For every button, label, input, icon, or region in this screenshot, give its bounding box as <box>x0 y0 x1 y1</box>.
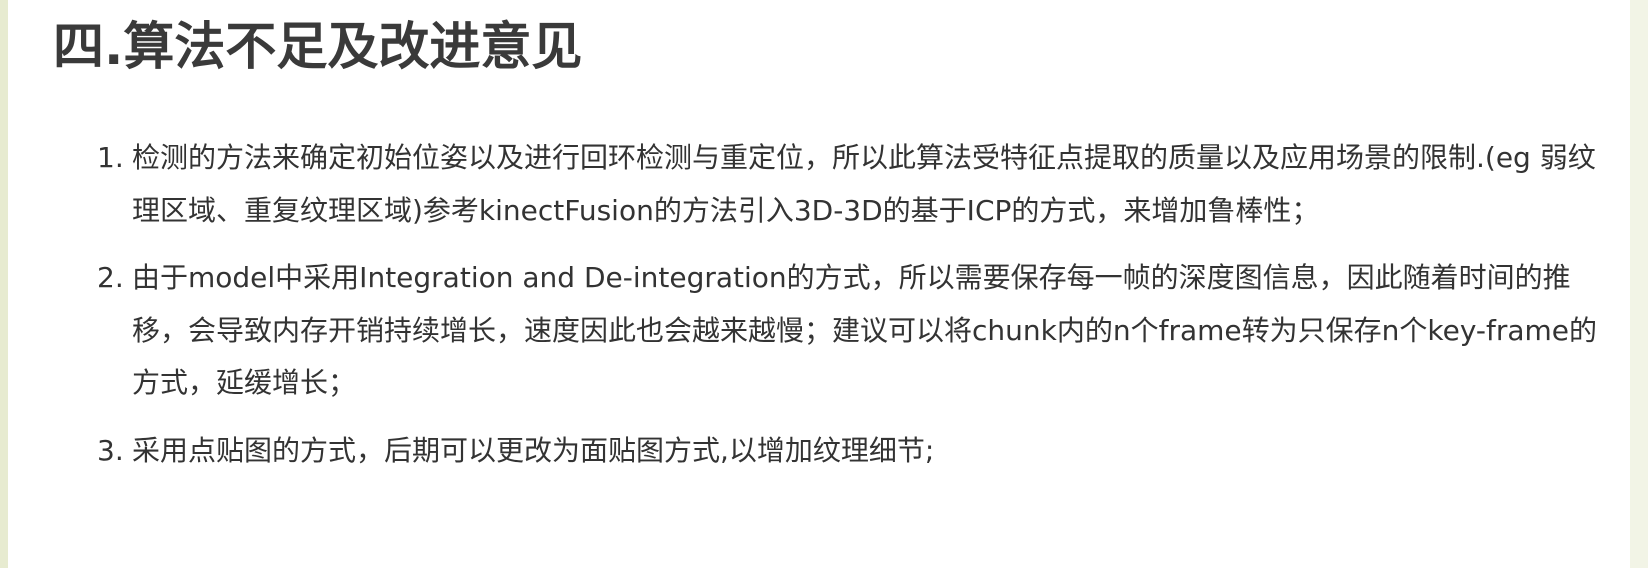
list-item-number: 3. <box>97 433 124 467</box>
list-item-text: 检测的方法来确定初始位姿以及进行回环检测与重定位，所以此算法受特征点提取的质量以… <box>132 141 1596 227</box>
left-page-margin <box>0 0 8 568</box>
improvement-list: 1. 检测的方法来确定初始位姿以及进行回环检测与重定位，所以此算法受特征点提取的… <box>8 132 1630 492</box>
right-page-margin <box>1630 0 1648 568</box>
list-item-number: 1. <box>97 141 124 174</box>
section-heading: 四.算法不足及改进意见 <box>53 18 583 77</box>
list-item-text: 采用点贴图的方式，后期可以更改为面贴图方式,以增加纹理细节; <box>132 433 935 467</box>
document-page: 四.算法不足及改进意见 1. 检测的方法来确定初始位姿以及进行回环检测与重定位，… <box>8 0 1630 568</box>
list-item: 2. 由于model中采用Integration and De-integrat… <box>8 252 1600 410</box>
list-item-number: 2. <box>97 261 124 294</box>
list-item-text: 由于model中采用Integration and De-integration… <box>132 261 1598 399</box>
list-item: 3. 采用点贴图的方式，后期可以更改为面贴图方式,以增加纹理细节; <box>8 425 1600 478</box>
list-item: 1. 检测的方法来确定初始位姿以及进行回环检测与重定位，所以此算法受特征点提取的… <box>8 132 1600 237</box>
